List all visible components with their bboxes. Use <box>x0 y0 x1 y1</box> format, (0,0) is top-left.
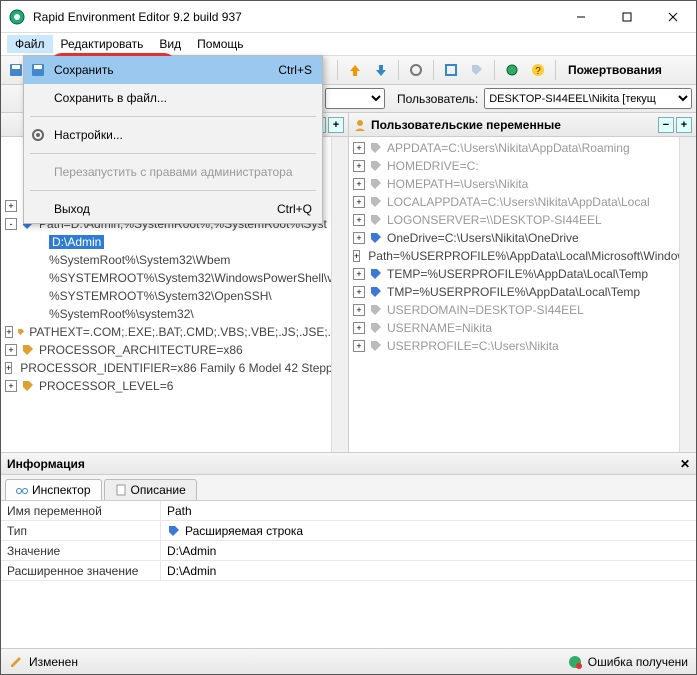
minimize-button[interactable] <box>558 1 604 33</box>
right-tree[interactable]: +APPDATA=C:\Users\Nikita\AppData\Roaming… <box>349 137 679 452</box>
expander-icon[interactable]: - <box>5 218 17 230</box>
file-menu-dropdown: Сохранить Ctrl+S Сохранить в файл... Нас… <box>23 55 323 224</box>
menu-file[interactable]: Файл <box>7 35 53 53</box>
maximize-button[interactable] <box>604 1 650 33</box>
expander-icon[interactable]: + <box>353 178 365 190</box>
toolbar-window-icon[interactable] <box>440 59 462 81</box>
user-icon <box>353 118 367 132</box>
toolbar-tag-icon[interactable] <box>466 59 488 81</box>
tree-row[interactable]: +HOMEPATH=\Users\Nikita <box>349 175 679 193</box>
glasses-icon <box>16 484 28 496</box>
expander-icon[interactable]: + <box>353 304 365 316</box>
toolbar-help-icon[interactable]: ? <box>527 59 549 81</box>
expander-icon[interactable]: + <box>353 142 365 154</box>
expander-icon[interactable]: + <box>5 326 13 338</box>
status-error: Ошибка получени <box>588 655 688 669</box>
globe-warn-icon <box>568 655 582 669</box>
toolbar-globe-icon[interactable] <box>501 59 523 81</box>
toolbar-down-icon[interactable] <box>370 59 392 81</box>
expander-icon[interactable]: + <box>5 380 17 392</box>
menubar: Файл Редактировать Вид Помощь <box>1 33 696 55</box>
menu-view[interactable]: Вид <box>151 35 189 53</box>
user-select[interactable]: DESKTOP-SI44EEL\Nikita [текущ <box>484 88 692 109</box>
tree-row[interactable]: %SYSTEMROOT%\System32\WindowsPowerShell\… <box>1 269 331 287</box>
window-title: Rapid Environment Editor 9.2 build 937 <box>33 10 558 24</box>
close-button[interactable] <box>650 1 696 33</box>
info-tabs: Инспектор Описание <box>1 475 696 501</box>
expander-icon[interactable]: + <box>5 344 17 356</box>
expand-icon[interactable]: + <box>676 117 692 133</box>
tree-row[interactable]: +OneDrive=C:\Users\Nikita\OneDrive <box>349 229 679 247</box>
tree-row[interactable]: +USERPROFILE=C:\Users\Nikita <box>349 337 679 355</box>
tree-row[interactable]: D:\Admin <box>1 233 331 251</box>
menu-save[interactable]: Сохранить Ctrl+S <box>24 56 322 84</box>
tree-row[interactable]: %SystemRoot%\System32\Wbem <box>1 251 331 269</box>
doc-icon <box>115 484 127 496</box>
tree-row[interactable]: +PATHEXT=.COM;.EXE;.BAT;.CMD;.VBS;.VBE;.… <box>1 323 331 341</box>
info-header: Информация ✕ <box>1 453 696 475</box>
expander-icon[interactable]: + <box>5 200 17 212</box>
tree-row[interactable]: +HOMEDRIVE=C: <box>349 157 679 175</box>
menu-exit[interactable]: Выход Ctrl+Q <box>24 195 322 223</box>
tree-row[interactable]: %SYSTEMROOT%\System32\OpenSSH\ <box>1 287 331 305</box>
expander-icon[interactable]: + <box>353 196 365 208</box>
tab-description[interactable]: Описание <box>104 479 197 500</box>
tree-row[interactable]: +APPDATA=C:\Users\Nikita\AppData\Roaming <box>349 139 679 157</box>
expand-icon[interactable]: + <box>328 117 344 133</box>
donate-label[interactable]: Пожертвования <box>562 63 668 77</box>
menu-save-as[interactable]: Сохранить в файл... <box>24 84 322 112</box>
menu-help[interactable]: Помощь <box>189 35 251 53</box>
expander-icon[interactable]: + <box>353 214 365 226</box>
tree-row[interactable]: +PROCESSOR_ARCHITECTURE=x86 <box>1 341 331 359</box>
filter-select[interactable] <box>325 88 385 109</box>
pencil-icon <box>9 655 23 669</box>
user-label: Пользователь: <box>397 92 478 106</box>
tree-row[interactable]: +PROCESSOR_IDENTIFIER=x86 Family 6 Model… <box>1 359 331 377</box>
tree-row[interactable]: +LOCALAPPDATA=C:\Users\Nikita\AppData\Lo… <box>349 193 679 211</box>
menu-edit[interactable]: Редактировать <box>53 35 152 53</box>
expander-icon[interactable]: + <box>353 322 365 334</box>
save-icon <box>30 62 46 78</box>
expander-icon[interactable]: + <box>353 268 365 280</box>
right-pane: Пользовательские переменные − + +APPDATA… <box>349 113 696 452</box>
expander-icon[interactable]: + <box>353 286 365 298</box>
tag-icon <box>167 524 181 538</box>
menu-settings[interactable]: Настройки... <box>24 121 322 149</box>
scrollbar[interactable] <box>331 137 348 452</box>
statusbar: Изменен Ошибка получени <box>1 648 696 674</box>
titlebar: Rapid Environment Editor 9.2 build 937 <box>1 1 696 33</box>
app-icon <box>9 9 25 25</box>
info-close-icon[interactable]: ✕ <box>680 457 690 471</box>
gear-icon <box>30 127 46 143</box>
tree-row[interactable]: +TMP=%USERPROFILE%\AppData\Local\Temp <box>349 283 679 301</box>
expander-icon[interactable]: + <box>353 340 365 352</box>
tree-row[interactable]: +PROCESSOR_LEVEL=6 <box>1 377 331 395</box>
tree-row[interactable]: +USERNAME=Nikita <box>349 319 679 337</box>
right-pane-header: Пользовательские переменные − + <box>349 113 696 137</box>
tree-row[interactable]: %SystemRoot%\system32\ <box>1 305 331 323</box>
expander-icon[interactable]: + <box>5 362 12 374</box>
tree-row[interactable]: +Path=%USERPROFILE%\AppData\Local\Micros… <box>349 247 679 265</box>
scrollbar[interactable] <box>679 137 696 452</box>
svg-text:?: ? <box>535 66 541 77</box>
menu-restart-admin: Перезапустить с правами администратора <box>24 158 322 186</box>
tree-row[interactable]: +TEMP=%USERPROFILE%\AppData\Local\Temp <box>349 265 679 283</box>
tab-inspector[interactable]: Инспектор <box>5 479 102 500</box>
status-changed: Изменен <box>29 655 78 669</box>
tree-row[interactable]: +USERDOMAIN=DESKTOP-SI44EEL <box>349 301 679 319</box>
collapse-icon[interactable]: − <box>658 117 674 133</box>
expander-icon[interactable]: + <box>353 160 365 172</box>
tree-row[interactable]: +LOGONSERVER=\\DESKTOP-SI44EEL <box>349 211 679 229</box>
expander-icon[interactable]: + <box>353 232 365 244</box>
toolbar-up-icon[interactable] <box>344 59 366 81</box>
expander-icon[interactable]: + <box>353 250 360 262</box>
info-grid: Имя переменнойPath ТипРасширяемая строка… <box>1 501 696 641</box>
toolbar-gear-icon[interactable] <box>405 59 427 81</box>
